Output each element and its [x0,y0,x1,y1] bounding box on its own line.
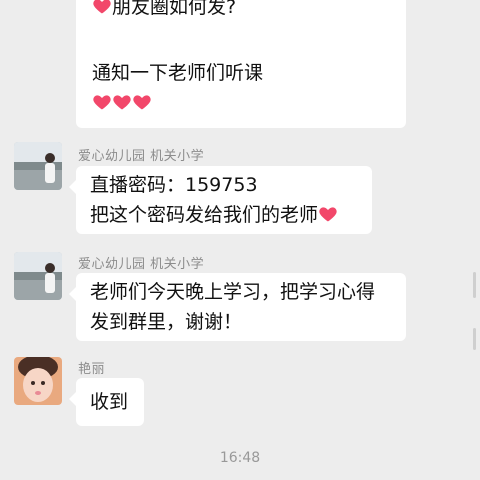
timestamp: 16:48 [219,450,261,466]
message-line: 把这个密码发给我们的老师 [90,200,358,230]
message-bubble[interactable]: 直播密码：159753 把这个密码发给我们的老师 [69,166,372,234]
sender-name: 爱心幼儿园 机关小学 [78,257,205,272]
heart-emoji-icon [113,95,131,110]
message-line: 老师们今天晚上学习，把学习心得 [90,281,376,303]
sender-name: 爱心幼儿园 机关小学 [78,149,205,164]
avatar-photo-icon [14,252,62,300]
message-line: 发到群里，谢谢！ [90,311,243,333]
sender-name: 艳丽 [78,362,106,377]
message-bubble[interactable]: 收到 [69,378,144,426]
message-bubble[interactable]: 朋友圈如何发? 通知一下老师们听课 [76,0,406,128]
scrollbar[interactable] [473,328,476,350]
avatar[interactable] [14,252,62,300]
avatar[interactable] [14,142,62,190]
message-bubble[interactable]: 老师们今天晚上学习，把学习心得 发到群里，谢谢！ [69,273,406,341]
message-line: 朋友圈如何发? [92,0,390,22]
scrollbar[interactable] [473,272,476,298]
avatar-photo-icon [14,142,62,190]
avatar[interactable] [14,357,62,405]
heart-emoji-icon [133,95,151,110]
message-line: 直播密码：159753 [90,174,258,196]
emoji-row [92,88,390,118]
avatar-child-photo-icon [14,357,62,405]
heart-emoji-icon [93,95,111,110]
message-line: 通知一下老师们听课 [92,62,264,84]
message-line: 收到 [90,391,129,413]
heart-emoji-icon [319,207,337,222]
heart-emoji-icon [93,0,111,14]
